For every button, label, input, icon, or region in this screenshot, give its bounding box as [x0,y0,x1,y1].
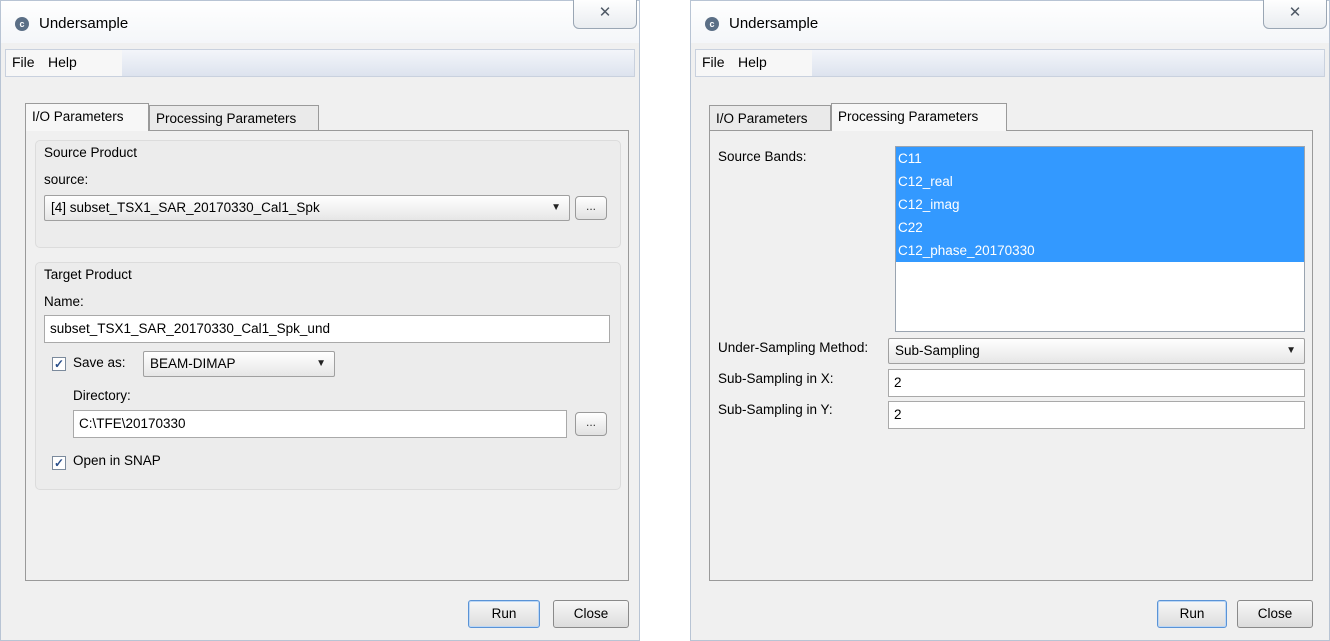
menu-file[interactable]: File [702,54,725,70]
chevron-down-icon: ▼ [316,358,326,369]
open-in-snap-checkbox[interactable]: ✓ [52,456,66,470]
chevron-down-icon: ▼ [1286,345,1296,356]
menu-bar: File Help [5,49,635,77]
run-button[interactable]: Run [1157,600,1227,628]
close-button[interactable]: Close [1237,600,1313,628]
menu-area: File Help [6,50,122,76]
source-browse-button[interactable]: ... [575,196,607,220]
under-sampling-method-value: Sub-Sampling [895,343,980,358]
source-product-group: Source Product source: [4] subset_TSX1_S… [35,140,621,248]
close-window-button[interactable]: ✕ [1263,0,1327,29]
name-label: Name: [44,294,84,309]
under-sampling-method-select[interactable]: Sub-Sampling ▼ [888,338,1305,364]
tab-processing-parameters[interactable]: Processing Parameters [149,105,319,131]
save-format-select[interactable]: BEAM-DIMAP ▼ [143,351,335,377]
save-as-label: Save as: [73,355,126,370]
close-window-button[interactable]: ✕ [573,0,637,29]
menu-help[interactable]: Help [738,54,767,70]
save-format-value: BEAM-DIMAP [150,356,236,371]
processing-parameters-panel: Source Bands: C11 C12_real C12_imag C22 … [709,130,1313,581]
window-title: Undersample [729,15,819,32]
source-bands-label: Source Bands: [718,149,807,164]
source-bands-list[interactable]: C11 C12_real C12_imag C22 C12_phase_2017… [895,146,1305,332]
target-product-heading: Target Product [44,267,132,282]
under-sampling-method-label: Under-Sampling Method: [718,340,869,355]
menu-help[interactable]: Help [48,54,77,70]
sub-sampling-y-label: Sub-Sampling in Y: [718,402,833,417]
sub-sampling-x-input[interactable]: 2 [888,369,1305,397]
directory-browse-button[interactable]: ... [575,412,607,436]
menu-bar: File Help [695,49,1325,77]
band-list-item[interactable]: C12_phase_20170330 [896,239,1304,262]
source-label: source: [44,172,89,187]
undersample-dialog-io: c Undersample ✕ File Help I/O Parameters… [0,0,640,641]
band-list-item[interactable]: C12_imag [896,193,1304,216]
title-bar: c Undersample ✕ [691,0,1329,43]
directory-input[interactable]: C:\TFE\20170330 [73,410,567,438]
sub-sampling-y-input[interactable]: 2 [888,401,1305,429]
source-product-heading: Source Product [44,145,138,160]
open-in-snap-label: Open in SNAP [73,453,161,468]
io-parameters-panel: Source Product source: [4] subset_TSX1_S… [25,130,629,581]
tab-io-parameters[interactable]: I/O Parameters [25,103,149,131]
window-title: Undersample [39,15,129,32]
menu-area: File Help [696,50,812,76]
close-button[interactable]: Close [553,600,629,628]
band-list-item[interactable]: C12_real [896,170,1304,193]
chevron-down-icon: ▼ [551,202,561,213]
snap-app-icon: c [705,17,719,31]
tab-processing-parameters[interactable]: Processing Parameters [831,103,1007,131]
run-button[interactable]: Run [468,600,540,628]
sub-sampling-x-label: Sub-Sampling in X: [718,371,834,386]
title-bar: c Undersample ✕ [1,0,639,43]
directory-label: Directory: [73,388,131,403]
target-name-input[interactable]: subset_TSX1_SAR_20170330_Cal1_Spk_und [44,315,610,343]
source-product-select[interactable]: [4] subset_TSX1_SAR_20170330_Cal1_Spk ▼ [44,195,570,221]
menu-file[interactable]: File [12,54,35,70]
band-list-item[interactable]: C11 [896,147,1304,170]
save-as-checkbox[interactable]: ✓ [52,357,66,371]
snap-app-icon: c [15,17,29,31]
band-list-item[interactable]: C22 [896,216,1304,239]
undersample-dialog-processing: c Undersample ✕ File Help I/O Parameters… [690,0,1330,641]
tab-io-parameters[interactable]: I/O Parameters [709,105,831,131]
target-product-group: Target Product Name: subset_TSX1_SAR_201… [35,262,621,490]
source-product-value: [4] subset_TSX1_SAR_20170330_Cal1_Spk [51,200,320,215]
